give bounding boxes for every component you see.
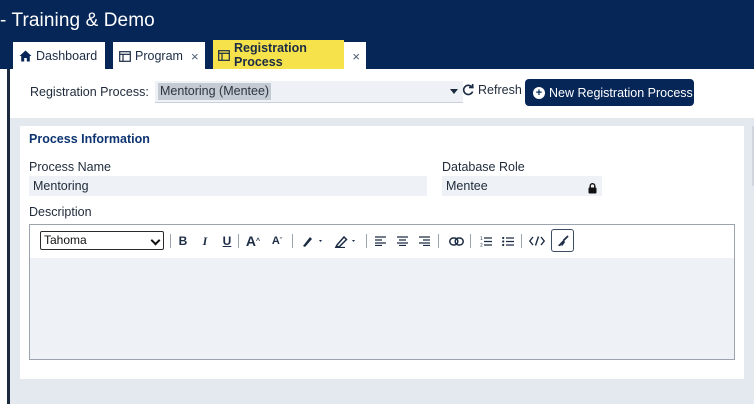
bold-icon[interactable]: B: [176, 233, 190, 249]
font-family-select[interactable]: Tahoma: [40, 231, 164, 250]
toolbar-divider: [366, 234, 367, 248]
process-information-card: Process Information Process Name Mentori…: [20, 126, 744, 379]
code-view-icon[interactable]: [529, 233, 545, 249]
tab-label: Registration Process: [234, 41, 307, 69]
align-left-icon[interactable]: [373, 233, 387, 249]
ordered-list-icon[interactable]: 12: [479, 233, 493, 249]
description-label: Description: [29, 205, 92, 219]
lock-icon: [588, 180, 597, 200]
tab-label: Program: [135, 49, 183, 63]
toolbar-divider: [470, 234, 471, 248]
database-role-field: Mentee: [442, 176, 602, 196]
process-name-label: Process Name: [29, 160, 111, 174]
unordered-list-icon[interactable]: [501, 233, 515, 249]
close-icon[interactable]: ×: [352, 49, 360, 64]
tab-program[interactable]: Program ×: [113, 42, 205, 70]
toolbar-divider: [170, 234, 171, 248]
tab-label: Dashboard: [36, 49, 98, 63]
description-text-area[interactable]: [30, 258, 734, 359]
window-icon: [218, 49, 230, 61]
new-button-label: New Registration Process: [549, 85, 693, 100]
font-family-value: Tahoma: [44, 233, 87, 247]
registration-process-label: Registration Process:: [30, 85, 149, 99]
process-name-field[interactable]: Mentoring: [29, 176, 427, 196]
link-icon[interactable]: [448, 233, 464, 249]
plus-circle-icon: +: [533, 86, 545, 99]
align-center-icon[interactable]: [395, 233, 409, 249]
refresh-icon: [462, 84, 474, 96]
font-size-increase-icon[interactable]: A ^: [244, 233, 262, 249]
close-icon[interactable]: ×: [191, 49, 199, 64]
database-role-label: Database Role: [442, 160, 525, 174]
italic-icon[interactable]: I: [198, 233, 212, 249]
registration-process-value: Mentoring (Mentee): [158, 83, 272, 100]
toolbar-divider: [438, 234, 439, 248]
left-panel-edge: [0, 69, 10, 404]
highlight-color-icon[interactable]: [333, 233, 359, 249]
toolbar-divider: [521, 234, 522, 248]
svg-text:1: 1: [480, 236, 483, 242]
main-content: Registration Process: Mentoring (Mentee)…: [10, 69, 754, 404]
text-color-icon[interactable]: [300, 233, 326, 249]
underline-icon[interactable]: U: [220, 233, 234, 249]
refresh-label: Refresh: [478, 83, 522, 97]
database-role-value: Mentee: [446, 179, 488, 193]
font-size-decrease-icon[interactable]: Aˇ: [268, 233, 286, 249]
app-title: - Training & Demo: [0, 10, 155, 31]
app-header: - Training & Demo Dashboard Program × Re…: [0, 0, 754, 70]
align-right-icon[interactable]: [417, 233, 431, 249]
description-editor[interactable]: Tahoma B I U A ^ Aˇ 1 2: [29, 224, 735, 360]
new-registration-process-button[interactable]: + New Registration Process: [525, 79, 694, 106]
toolbar-divider: [292, 234, 293, 248]
caret-down-icon[interactable]: [450, 89, 458, 94]
window-icon: [119, 50, 131, 62]
chevron-down-icon: [150, 235, 161, 246]
active-tab-highlight: Registration Process: [213, 40, 345, 70]
tab-dashboard[interactable]: Dashboard: [13, 42, 105, 70]
registration-process-select[interactable]: Mentoring (Mentee): [155, 81, 463, 103]
toolbar-divider: [238, 234, 239, 248]
home-icon: [19, 50, 32, 62]
registration-toolbar: Registration Process: Mentoring (Mentee)…: [10, 69, 754, 118]
tab-registration-process[interactable]: Registration Process ×: [213, 40, 366, 70]
refresh-button[interactable]: Refresh: [462, 83, 522, 97]
editor-toolbar: Tahoma B I U A ^ Aˇ 1 2: [30, 225, 734, 258]
svg-text:2: 2: [480, 242, 483, 247]
section-title: Process Information: [29, 132, 150, 146]
clear-formatting-icon[interactable]: [551, 229, 574, 252]
